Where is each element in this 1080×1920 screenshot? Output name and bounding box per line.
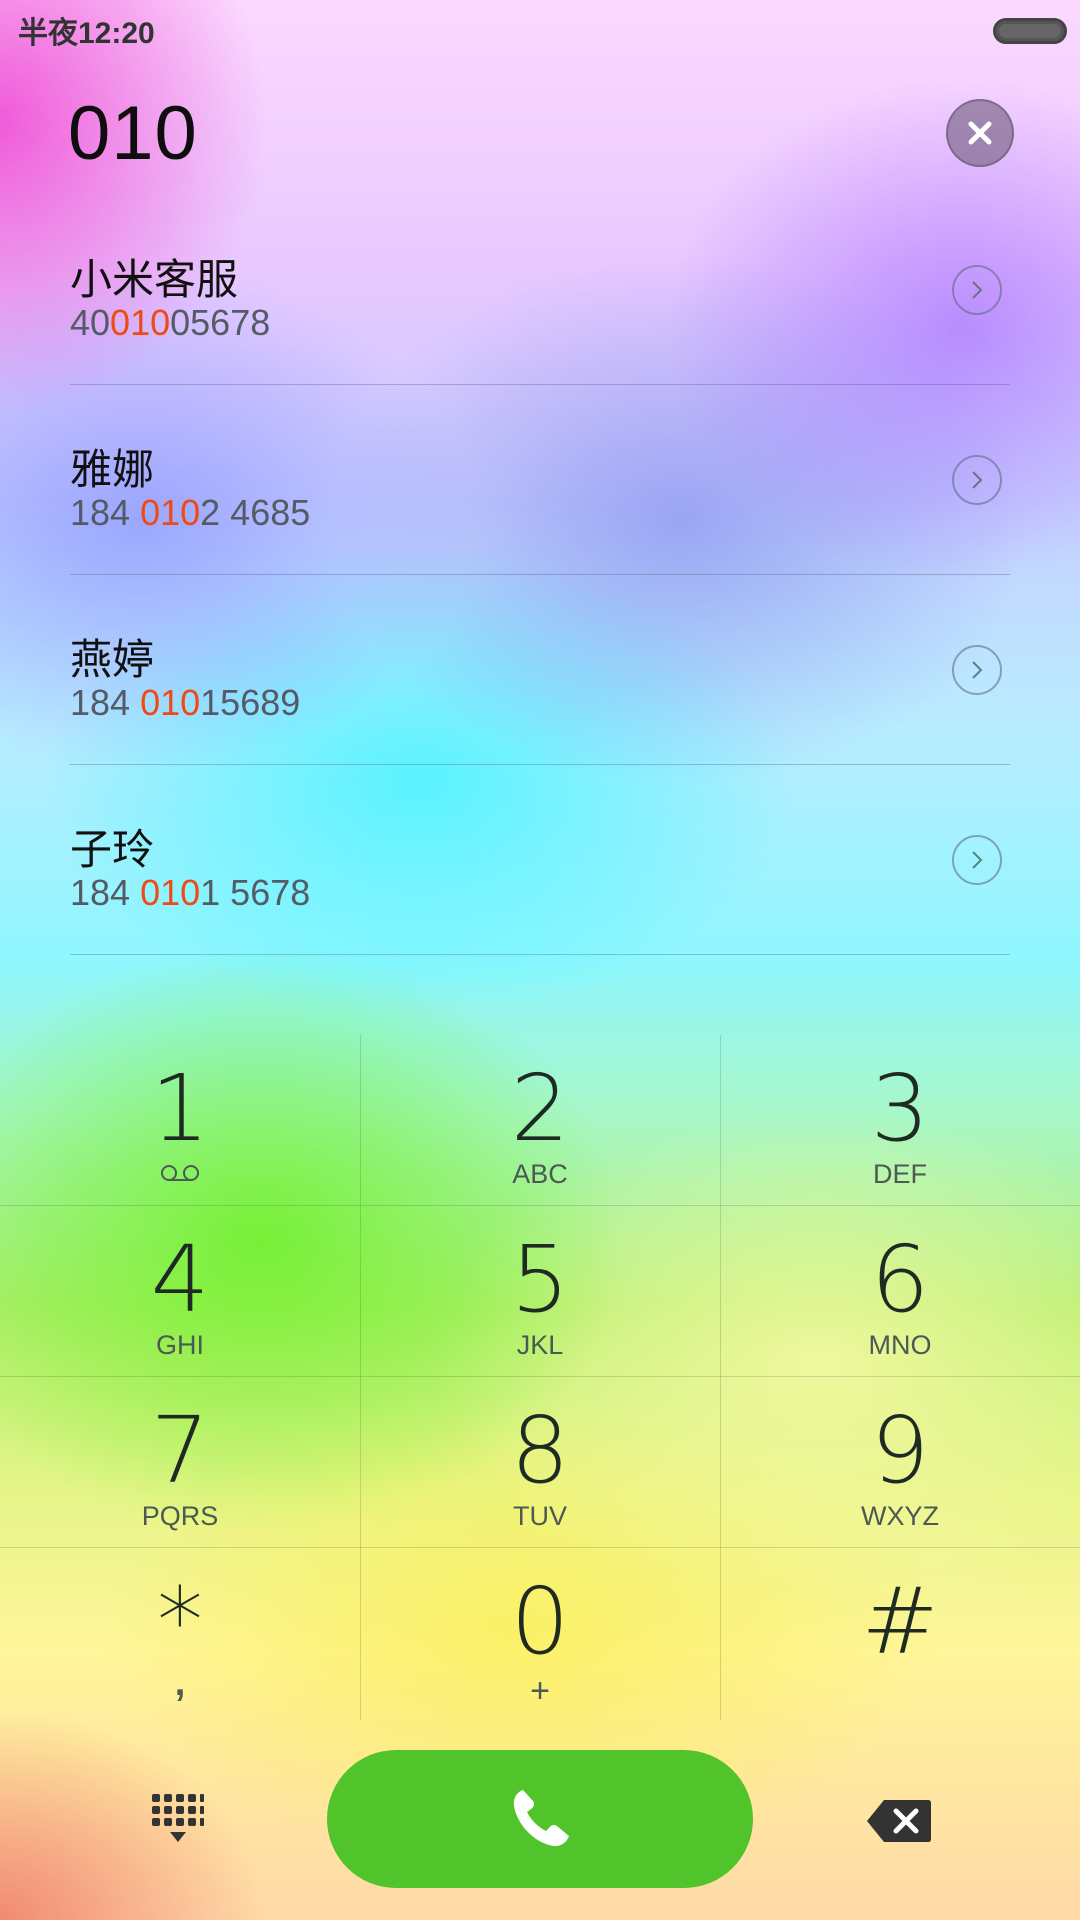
contact-name: 小米客服 <box>70 255 239 304</box>
call-button[interactable] <box>327 1750 753 1888</box>
key-letters: GHI <box>155 1330 204 1360</box>
contact-name: 雅娜 <box>70 445 155 494</box>
contact-details-button[interactable] <box>952 645 1002 695</box>
key-7[interactable]: 7 PQRS <box>0 1377 360 1547</box>
key-letters: TUV <box>513 1501 567 1531</box>
key-2[interactable]: 2 ABC <box>360 1035 720 1205</box>
contact-name: 燕婷 <box>70 635 155 684</box>
contact-row[interactable]: 燕婷 184 01015689 <box>70 574 1010 765</box>
key-digit: 0 <box>510 1568 570 1675</box>
key-letters: PQRS <box>141 1501 219 1531</box>
keypad-icon <box>152 1794 204 1842</box>
key-0[interactable]: 0 + <box>360 1548 720 1718</box>
key-digit: 2 <box>510 1055 570 1162</box>
backspace-icon <box>867 1800 931 1842</box>
key-digit: 1 <box>150 1055 210 1162</box>
key-letters: + <box>530 1672 550 1710</box>
contact-details-button[interactable] <box>952 835 1002 885</box>
key-9[interactable]: 9 WXYZ <box>720 1377 1080 1547</box>
chevron-right-icon <box>972 281 983 299</box>
key-letters: MNO <box>868 1330 932 1360</box>
contact-number: 184 0101 5678 <box>70 872 311 913</box>
contact-row[interactable]: 子玲 184 0101 5678 <box>70 764 1010 955</box>
key-3[interactable]: 3 DEF <box>720 1035 1080 1205</box>
clear-button[interactable] <box>946 99 1014 167</box>
key-6[interactable]: 6 MNO <box>720 1206 1080 1376</box>
key-letters: DEF <box>873 1159 927 1189</box>
contact-row[interactable]: 雅娜 184 0102 4685 <box>70 384 1010 575</box>
key-letters: , <box>174 1662 186 1704</box>
key-digit: * <box>157 1568 203 1675</box>
key-digit: 4 <box>150 1226 210 1333</box>
key-digit: 3 <box>870 1055 930 1162</box>
dialed-number: 010 <box>68 91 198 176</box>
key-letters: JKL <box>516 1330 564 1360</box>
key-digit: 8 <box>510 1397 570 1504</box>
backspace-button[interactable] <box>866 1798 932 1848</box>
key-letters: WXYZ <box>861 1501 939 1531</box>
key-star[interactable]: * , <box>0 1548 360 1718</box>
key-digit: 9 <box>870 1397 930 1504</box>
key-5[interactable]: 5 JKL <box>360 1206 720 1376</box>
key-hash[interactable]: # <box>720 1548 1080 1718</box>
chevron-right-icon <box>972 661 983 679</box>
keypad-toggle-button[interactable] <box>150 1792 206 1848</box>
contact-details-button[interactable] <box>952 455 1002 505</box>
key-digit: 6 <box>870 1226 930 1333</box>
key-digit: # <box>861 1568 939 1675</box>
chevron-right-icon <box>972 471 983 489</box>
chevron-right-icon <box>972 851 983 869</box>
contact-details-button[interactable] <box>952 265 1002 315</box>
dial-keypad: 1 2 ABC 3 DEF 4 GHI 5 JKL 6 MNO 7 PQRS 8… <box>0 1035 1080 1725</box>
contact-number: 184 01015689 <box>70 682 301 723</box>
key-digit: 5 <box>510 1226 570 1333</box>
key-letters: ABC <box>512 1159 568 1189</box>
key-4[interactable]: 4 GHI <box>0 1206 360 1376</box>
key-digit: 7 <box>150 1397 210 1504</box>
status-time: 半夜12:20 <box>18 17 155 50</box>
close-icon <box>968 121 992 145</box>
contact-row[interactable]: 小米客服 4001005678 <box>70 194 1010 385</box>
contact-number: 4001005678 <box>70 302 271 343</box>
key-8[interactable]: 8 TUV <box>360 1377 720 1547</box>
voicemail-icon <box>161 1165 199 1181</box>
contact-number: 184 0102 4685 <box>70 492 311 533</box>
contact-name: 子玲 <box>70 825 155 874</box>
battery-icon <box>993 18 1067 44</box>
phone-icon <box>513 1790 569 1847</box>
key-1[interactable]: 1 <box>0 1035 360 1205</box>
